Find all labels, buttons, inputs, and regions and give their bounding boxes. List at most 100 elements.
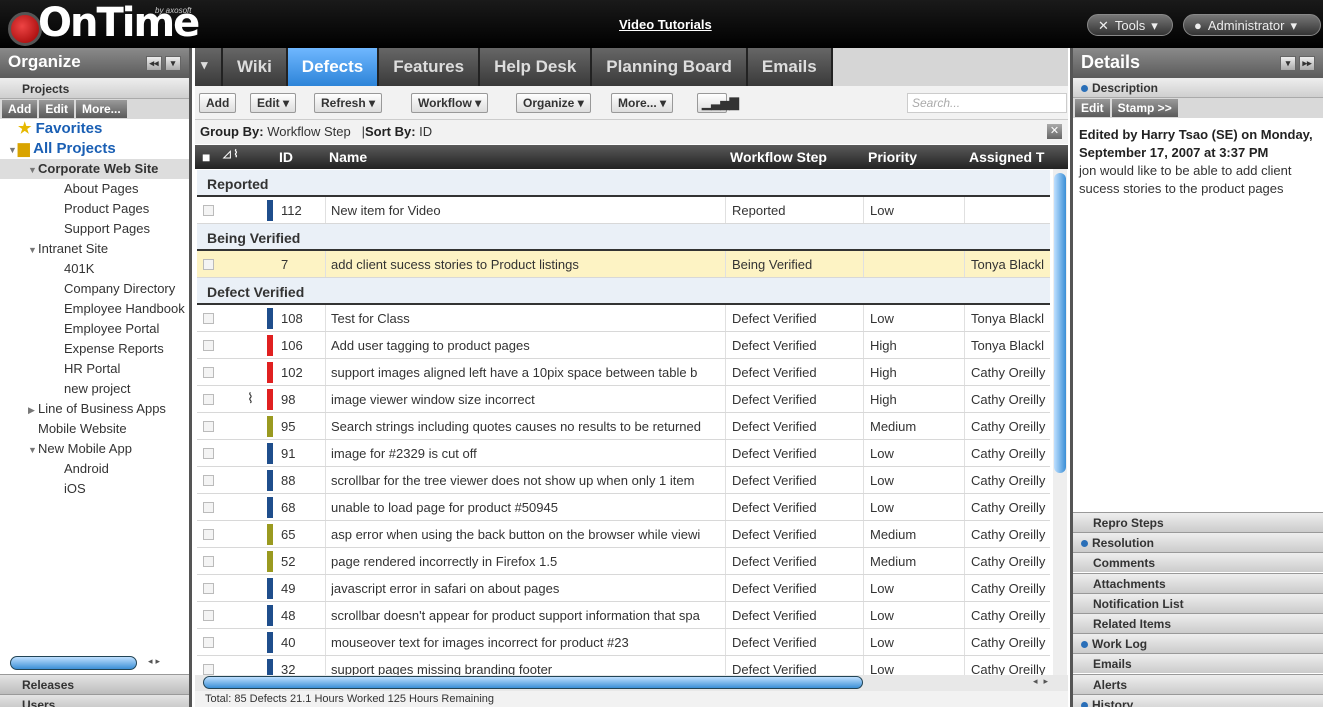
table-row[interactable]: ⌇ 98 image viewer window size incorrect Def… [197,386,1050,413]
detail-section-comments[interactable]: Comments [1073,552,1323,573]
row-checkbox[interactable] [203,394,214,405]
grid-horizontal-scrollbar[interactable]: ◂ ▸ [195,675,1068,691]
organize-button[interactable]: Organize ▾ [516,93,591,113]
row-checkbox[interactable] [203,340,214,351]
table-row[interactable]: 108 Test for Class Defect Verified Low Tonya… [197,305,1050,332]
row-checkbox[interactable] [203,421,214,432]
chevron-down-icon[interactable]: ▼ [28,160,38,180]
table-row[interactable]: 48 scrollbar doesn't appear for product s… [197,602,1050,629]
tree-item[interactable]: Company Directory [0,279,189,299]
table-row[interactable]: 112 New item for Video Reported Low [197,197,1050,224]
tree-item[interactable]: iOS [0,479,189,499]
table-row[interactable]: 68 unable to load page for product #50945… [197,494,1050,521]
row-checkbox[interactable] [203,664,214,675]
table-row[interactable]: 52 page rendered incorrectly in Firefox 1… [197,548,1050,575]
vertical-scroll-thumb[interactable] [1054,173,1066,473]
tree-item[interactable]: Support Pages [0,219,189,239]
tab-emails[interactable]: Emails [747,48,833,86]
collapse-left-icon[interactable]: ◂◂ [146,56,162,71]
edit-description-button[interactable]: Edit [1075,99,1110,117]
close-icon[interactable]: ✕ [1047,124,1062,139]
chevron-right-icon[interactable]: ▶ [28,400,38,420]
row-checkbox[interactable] [203,367,214,378]
table-row[interactable]: 106 Add user tagging to product pages Defe… [197,332,1050,359]
row-checkbox[interactable] [203,313,214,324]
tree-item[interactable]: Expense Reports [0,339,189,359]
workflow-button[interactable]: Workflow ▾ [411,93,489,113]
group-header[interactable]: Being Verified [197,224,1050,251]
row-checkbox[interactable] [203,205,214,216]
table-row[interactable]: 7 add client sucess stories to Product li… [197,251,1050,278]
tree-item[interactable]: Product Pages [0,199,189,219]
tree-item[interactable]: Android [0,459,189,479]
detail-section-resolution[interactable]: Resolution [1073,532,1323,553]
table-row[interactable]: 88 scrollbar for the tree viewer does not… [197,467,1050,494]
detail-section-alerts[interactable]: Alerts [1073,673,1323,694]
row-checkbox[interactable] [203,502,214,513]
assigned-column-header[interactable]: Assigned T [969,149,1044,165]
attachment-column-icon[interactable]: ◿ ⌇ [223,149,238,160]
row-checkbox[interactable] [203,610,214,621]
tree-item[interactable]: ▼Intranet Site [0,239,189,259]
detail-section-history[interactable]: History [1073,693,1323,707]
administrator-menu-button[interactable]: ● Administrator ▾ [1183,14,1321,36]
detail-section-attachments[interactable]: Attachments [1073,572,1323,593]
table-row[interactable]: 49 javascript error in safari on about pa… [197,575,1050,602]
scroll-right-icon[interactable]: ▸ [156,656,161,667]
tree-item[interactable]: ▼Corporate Web Site [0,159,189,179]
row-checkbox[interactable] [203,259,214,270]
row-checkbox[interactable] [203,448,214,459]
group-header[interactable]: Defect Verified [197,278,1050,305]
panel-menu-icon[interactable]: ▾ [1280,56,1296,71]
row-checkbox[interactable] [203,583,214,594]
row-checkbox[interactable] [203,556,214,567]
chevron-down-icon[interactable]: ▼ [28,440,38,460]
table-row[interactable]: 65 asp error when using the back button o… [197,521,1050,548]
detail-section-notification-list[interactable]: Notification List [1073,592,1323,613]
tree-item[interactable]: ▶ Line of Business Apps [0,399,189,419]
scroll-left-icon[interactable]: ◂ [148,656,153,667]
projects-header[interactable]: Projects [0,78,189,99]
more-project-button[interactable]: More... [76,100,127,118]
tree-item[interactable]: 401K [0,259,189,279]
tree-item[interactable]: ▼New Mobile App [0,439,189,459]
collapse-right-icon[interactable]: ▸▸ [1299,56,1315,71]
tree-item[interactable]: About Pages [0,179,189,199]
name-column-header[interactable]: Name [329,149,367,165]
table-row[interactable]: 32 support pages missing branding footer D… [197,656,1050,675]
table-row[interactable]: 95 Search strings including quotes causes… [197,413,1050,440]
select-all-checkbox[interactable]: ■ [202,149,210,165]
stamp-button[interactable]: Stamp >> [1111,99,1178,117]
tab-planning-board[interactable]: Planning Board [592,48,748,86]
detail-section-emails[interactable]: Emails [1073,653,1323,674]
tabs-menu-icon[interactable]: ▾ [195,48,223,86]
tree-all-projects[interactable]: ▼▆ All Projects [0,139,189,159]
table-row[interactable]: 91 image for #2329 is cut off Defect Verif… [197,440,1050,467]
tab-defects[interactable]: Defects [287,48,380,86]
priority-column-header[interactable]: Priority [868,149,917,165]
grid-vertical-scrollbar[interactable] [1053,169,1067,675]
edit-button[interactable]: Edit ▾ [250,93,297,113]
refresh-button[interactable]: Refresh ▾ [314,93,383,113]
search-input[interactable]: Search... [907,93,1067,113]
row-checkbox[interactable] [203,637,214,648]
releases-section[interactable]: Releases [0,674,189,694]
horizontal-scroll-thumb[interactable] [203,676,863,689]
tree-favorites[interactable]: ★ Favorites [0,119,189,139]
group-by-value[interactable]: Workflow Step [267,124,351,139]
workflow-column-header[interactable]: Workflow Step [730,149,827,165]
tree-item[interactable]: Employee Portal [0,319,189,339]
table-row[interactable]: 102 support images aligned left have a 10… [197,359,1050,386]
description-section-header[interactable]: Description [1073,78,1323,98]
group-header[interactable]: Reported [197,170,1050,197]
id-column-header[interactable]: ID [279,149,293,165]
edit-project-button[interactable]: Edit [39,100,74,118]
tab-help-desk[interactable]: Help Desk [480,48,593,86]
chart-icon[interactable]: ▁▃▅▇ [697,93,739,113]
add-project-button[interactable]: Add [2,100,38,118]
tools-menu-button[interactable]: ✕ Tools ▾ [1087,14,1173,36]
tree-item[interactable]: Mobile Website [0,419,189,439]
detail-section-repro-steps[interactable]: Repro Steps [1073,512,1323,532]
row-checkbox[interactable] [203,529,214,540]
tab-wiki[interactable]: Wiki [223,48,288,86]
